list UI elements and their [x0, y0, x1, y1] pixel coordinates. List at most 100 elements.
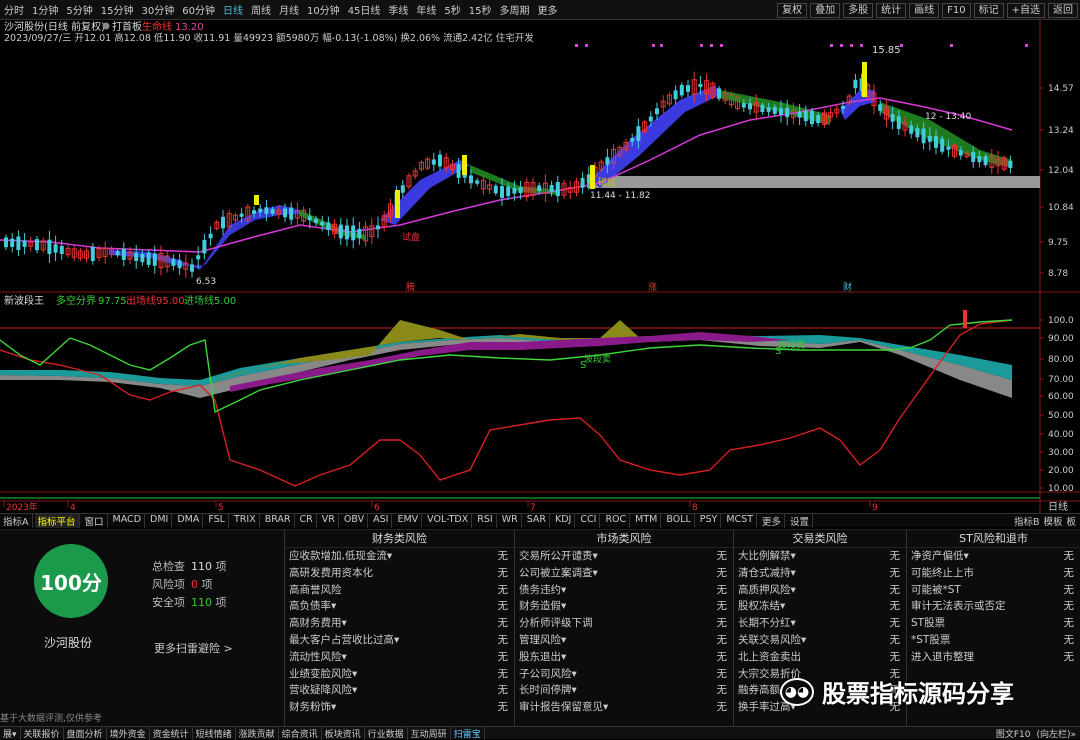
indicator-tab[interactable]: CR — [297, 513, 317, 528]
toolbar-button[interactable]: 返回 — [1048, 2, 1078, 18]
indicator-tab[interactable]: 设置 — [787, 513, 814, 528]
bottom-tab[interactable]: 境外资金 — [107, 726, 150, 740]
risk-item[interactable]: 可能被*ST 无 — [907, 582, 1080, 599]
bottom-tab[interactable]: 综合资讯 — [279, 726, 322, 740]
indicator-tab[interactable]: RSI — [474, 513, 497, 528]
period-tab[interactable]: 5秒 — [440, 2, 464, 17]
period-tab[interactable]: 月线 — [275, 2, 303, 17]
indicator-tab[interactable]: DMA — [174, 513, 204, 528]
indicator-tab[interactable]: SAR — [524, 513, 551, 528]
risk-item[interactable]: 进入退市整理 无 — [907, 649, 1080, 666]
toolbar-button[interactable]: 叠加 — [810, 2, 841, 18]
period-tab[interactable]: 年线 — [412, 2, 440, 17]
toolbar-button[interactable]: 标记 — [973, 2, 1004, 18]
toolbar-button[interactable]: F10 — [942, 2, 971, 18]
risk-item[interactable]: 流动性风险▾ 无 — [285, 649, 514, 666]
period-tab[interactable]: 45日线 — [344, 2, 385, 17]
indicator-right-tab[interactable]: 模板 — [1043, 514, 1062, 528]
indicator-tab[interactable]: DMI — [147, 513, 173, 528]
indicator-tab[interactable]: VR — [319, 513, 339, 528]
indicator-tab[interactable]: MACD — [110, 513, 146, 528]
risk-item[interactable]: 高财务费用▾ 无 — [285, 615, 514, 632]
toolbar-button[interactable]: 复权 — [777, 2, 808, 18]
indicator-tab[interactable]: EMV — [394, 513, 423, 528]
bottom-tab[interactable]: 展▾ — [0, 726, 21, 740]
bottom-tab[interactable]: 扫雷宝 — [451, 726, 485, 740]
risk-item[interactable]: 交易所公开谴责▾ 无 — [515, 548, 733, 565]
event-mark-1[interactable]: 腾 — [406, 281, 415, 293]
bottom-tab[interactable]: 涨跌贡献 — [236, 726, 279, 740]
bottom-tab[interactable]: 短线情绪 — [193, 726, 236, 740]
risk-item[interactable]: 最大客户占营收比过高▾ 无 — [285, 632, 514, 649]
risk-item[interactable]: 财务粉饰▾ 无 — [285, 699, 514, 716]
indicator-tab[interactable]: ASI — [370, 513, 393, 528]
indicator-tab[interactable]: VOL-TDX — [424, 513, 473, 528]
chart-area[interactable]: 沙河股份(日线 前复权) 打首板 生命线 13.20 2023/09/27/三 … — [0, 20, 1080, 513]
period-tab[interactable]: 1分钟 — [28, 2, 62, 17]
risk-item[interactable]: 高负债率▾ 无 — [285, 598, 514, 615]
indicator-tab[interactable]: MCST — [723, 513, 758, 528]
indicator-tab[interactable]: 指标平台 — [34, 513, 80, 528]
risk-item[interactable]: 长时间停牌▾ 无 — [515, 682, 733, 699]
period-tab[interactable]: 周线 — [247, 2, 275, 17]
risk-item[interactable]: 高研发费用资本化 无 — [285, 565, 514, 582]
toolbar-button[interactable]: 多股 — [843, 2, 874, 18]
period-tab[interactable]: 日线 — [219, 2, 247, 17]
indicator-tab[interactable]: MTM — [632, 513, 662, 528]
period-tab[interactable]: 15秒 — [465, 2, 496, 17]
indicator-tab[interactable]: 窗口 — [82, 513, 108, 528]
indicator-tab[interactable]: BOLL — [663, 513, 695, 528]
risk-item[interactable]: 关联交易风险▾ 无 — [734, 632, 906, 649]
risk-item[interactable]: 清仓式减持▾ 无 — [734, 565, 906, 582]
risk-item[interactable]: 子公司风险▾ 无 — [515, 666, 733, 683]
more-scan-link[interactable]: 更多扫雷避险 > — [154, 640, 233, 656]
event-mark-2[interactable]: 涨 — [648, 282, 657, 293]
indicator-tab[interactable]: 更多 — [759, 513, 786, 528]
period-tab[interactable]: 60分钟 — [178, 2, 219, 17]
risk-item[interactable]: 应收款增加,低现金流▾ 无 — [285, 548, 514, 565]
risk-item[interactable]: 营收疑降风险▾ 无 — [285, 682, 514, 699]
risk-item[interactable]: 净资产偏低▾ 无 — [907, 548, 1080, 565]
risk-item[interactable]: 分析师评级下调 无 — [515, 615, 733, 632]
indicator-tab[interactable]: FSL — [205, 513, 229, 528]
period-tab[interactable]: 30分钟 — [137, 2, 178, 17]
risk-item[interactable]: 股权冻结▾ 无 — [734, 598, 906, 615]
risk-item[interactable]: 股东退出▾ 无 — [515, 649, 733, 666]
bottom-tab[interactable]: 资金统计 — [150, 726, 193, 740]
bottom-tab[interactable]: 行业数据 — [365, 726, 408, 740]
period-tab[interactable]: 更多 — [534, 2, 562, 17]
risk-item[interactable]: 长期不分红▾ 无 — [734, 615, 906, 632]
risk-item[interactable]: 高质押风险▾ 无 — [734, 582, 906, 599]
indicator-right-tab[interactable]: 板 — [1066, 514, 1076, 528]
toolbar-button[interactable]: 统计 — [876, 2, 907, 18]
risk-item[interactable]: 财务造假▾ 无 — [515, 598, 733, 615]
period-tab[interactable]: 分时 — [0, 2, 28, 17]
risk-item[interactable]: 审计报告保留意见▾ 无 — [515, 699, 733, 716]
indicator-tab[interactable]: KDJ — [552, 513, 576, 528]
risk-item[interactable]: 管理风险▾ 无 — [515, 632, 733, 649]
indicator-tab[interactable]: 指标A — [0, 513, 33, 528]
indicator-tab[interactable]: TRIX — [231, 513, 260, 528]
period-tab[interactable]: 5分钟 — [62, 2, 96, 17]
risk-item[interactable]: 大比例解禁▾ 无 — [734, 548, 906, 565]
indicator-tab[interactable]: CCI — [577, 513, 601, 528]
indicator-tab[interactable]: ROC — [602, 513, 631, 528]
toolbar-button[interactable]: +自选 — [1006, 2, 1045, 18]
bottom-tab[interactable]: 盘面分析 — [64, 726, 107, 740]
period-tab[interactable]: 10分钟 — [303, 2, 344, 17]
indicator-tab[interactable]: BRAR — [262, 513, 295, 528]
bottom-tab[interactable]: 板块资讯 — [322, 726, 365, 740]
risk-item[interactable]: 业绩变脸风险▾ 无 — [285, 666, 514, 683]
period-tab[interactable]: 15分钟 — [97, 2, 138, 17]
risk-item[interactable]: 高商誉风险 无 — [285, 582, 514, 599]
bottom-tab[interactable]: 关联报价 — [21, 726, 64, 740]
indicator-tab[interactable]: OBV — [341, 513, 369, 528]
risk-item[interactable]: *ST股票 无 — [907, 632, 1080, 649]
period-tab[interactable]: 季线 — [384, 2, 412, 17]
risk-item[interactable]: 审计无法表示或否定 无 — [907, 598, 1080, 615]
event-mark-3[interactable]: 财 — [843, 281, 852, 293]
indicator-tab[interactable]: WR — [499, 513, 522, 528]
indicator-tab[interactable]: PSY — [697, 513, 722, 528]
risk-item[interactable]: 债务违约▾ 无 — [515, 582, 733, 599]
indicator-right-tab[interactable]: 指标B — [1014, 514, 1040, 528]
